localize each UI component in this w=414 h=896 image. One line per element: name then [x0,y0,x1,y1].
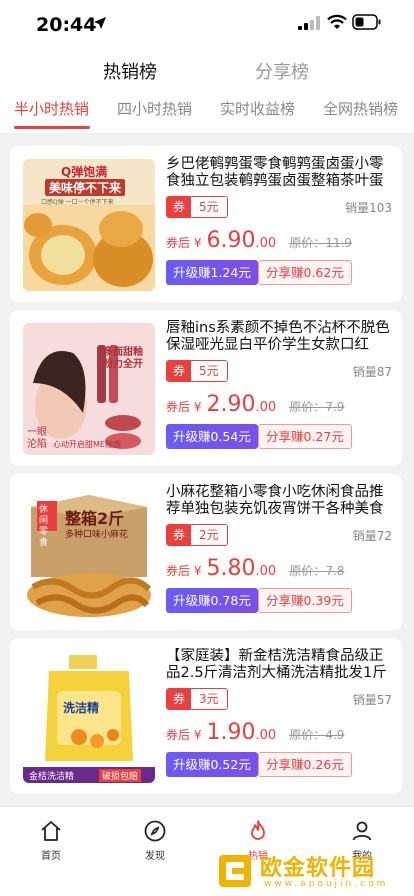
image-caption: 洗洁精 [63,701,100,715]
after-coupon-label: 券后 ¥ [166,400,202,414]
share-earn-button[interactable]: 分享赚0.39元 [258,588,352,613]
image-caption: Q弹饱满 [61,165,108,179]
active-tab-indicator [14,126,90,129]
status-bar: 20:44 [0,0,414,48]
coupon-amount: 2元 [191,525,227,545]
coupon-badge: 券 2元 [166,524,228,546]
image-caption: 多种口味小麻花 [65,530,129,540]
status-time: 20:44 [36,14,97,36]
product-title[interactable]: 唇釉ins系素颜不掉色不沾杯不脱色保湿哑光显白平价学生女款口红 [166,320,394,354]
product-image: 多面甜釉 粉力全开 一眼沦陷 心动开启甜ME釉惑 [23,323,155,455]
price-decimal: .00 [255,236,277,251]
image-caption: 口感Q弹 一口一个停不下来 [41,199,114,206]
sales-count: 销量57 [352,693,392,707]
coupon-amount: 3元 [191,689,227,709]
wifi-icon [327,14,347,29]
top-tabs: 热销榜 分享榜 [0,48,414,92]
price-decimal: .00 [255,564,277,579]
product-title[interactable]: 乡巴佬鹌鹑蛋零食鹌鹑蛋卤蛋小零食独立包装鹌鹑蛋卤蛋整箱茶叶蛋 [166,156,394,190]
subtab-half-hour[interactable]: 半小时热销 [14,98,89,119]
product-card[interactable]: Q弹饱满 美味停不下来 口感Q弹 一口一个停不下来 乡巴佬鹌鹑蛋零食鹌鹑蛋卤蛋小… [10,146,402,302]
share-earn-button[interactable]: 分享赚0.26元 [258,752,352,777]
original-price: 原价：11.9 [289,236,353,250]
nav-label: 发现 [145,851,165,862]
sub-tabs: 半小时热销 四小时热销 实时收益榜 全网热销榜 [0,92,414,134]
upgrade-earn-button[interactable]: 升级赚1.24元 [166,260,258,285]
coupon-badge: 券 5元 [166,360,228,382]
dish-soap-bottle-illustration [23,651,155,783]
watermark-logo-icon [219,855,251,887]
watermark: 欧金软件园 www.apoujin.com [218,848,414,896]
coupon-tag: 券 [167,525,192,545]
upgrade-earn-button[interactable]: 升级赚0.54元 [166,424,258,449]
original-price: 原价：4.9 [289,728,345,742]
sales-count: 销量103 [345,201,392,215]
upgrade-earn-button[interactable]: 升级赚0.78元 [166,588,258,613]
coupon-amount: 5元 [191,361,227,381]
product-card[interactable]: 洗洁精 金桔洗洁精 破损包赔 【家庭装】新金桔洗洁精食品级正品2.5斤清洁剂大桶… [10,638,402,794]
coupon-badge: 券 3元 [166,688,228,710]
nav-discover[interactable]: 发现 [125,819,185,862]
coupon-tag: 券 [167,361,192,381]
watermark-text: 欧金软件园 [260,856,376,881]
coupon-badge: 券 5元 [166,196,228,218]
price-row: 券后 ¥ 1.90.00 原价：4.9 [166,720,344,746]
image-caption: 破损包赔 [99,769,142,782]
image-caption: 一眼沦陷 [27,427,47,450]
product-card[interactable]: 休闲零食 整箱2斤 多种口味小麻花 小麻花整箱小零食小吃休闲食品推荐单独包装充饥… [10,474,402,630]
tab-hot-sales[interactable]: 热销榜 [103,58,157,84]
watermark-url: www.apoujin.com [264,879,389,889]
subtab-all-network[interactable]: 全网热销榜 [323,98,398,119]
price-decimal: .00 [255,400,277,415]
coupon-tag: 券 [167,197,192,217]
tab-share[interactable]: 分享榜 [255,58,309,84]
product-title[interactable]: 【家庭装】新金桔洗洁精食品级正品2.5斤清洁剂大桶洗洁精批发1斤 [166,648,394,682]
subtab-realtime-earnings[interactable]: 实时收益榜 [220,98,295,119]
share-earn-button[interactable]: 分享赚0.62元 [258,260,352,285]
price-row: 券后 ¥ 5.80.00 原价：7.8 [166,556,344,582]
compass-icon [144,820,166,842]
subtab-four-hours[interactable]: 四小时热销 [117,98,192,119]
user-icon [352,821,372,841]
product-title[interactable]: 小麻花整箱小零食小吃休闲食品推荐单独包装充饥夜宵饼干各种美食 [166,484,394,518]
home-icon [41,821,61,841]
nav-label: 首页 [41,851,61,862]
original-price: 原价：7.8 [289,564,345,578]
coupon-amount: 5元 [191,197,227,217]
image-caption: 美味停不下来 [45,179,126,196]
price-decimal: .00 [255,728,277,743]
flame-icon [251,820,265,840]
image-caption: 粉力全开 [103,359,143,370]
image-caption: 整箱2斤 [65,509,125,528]
signal-icon [298,16,320,30]
price-value: 5.80 [206,556,256,581]
product-image: 洗洁精 金桔洗洁精 破损包赔 [23,651,155,783]
product-image: Q弹饱满 美味停不下来 口感Q弹 一口一个停不下来 [23,159,155,291]
price-value: 6.90 [206,228,256,253]
after-coupon-label: 券后 ¥ [166,236,202,250]
sales-count: 销量87 [352,365,392,379]
coupon-tag: 券 [167,689,192,709]
product-image: 休闲零食 整箱2斤 多种口味小麻花 [23,487,155,619]
sales-count: 销量72 [352,529,392,543]
location-arrow-icon [94,17,106,29]
image-caption: 金桔洗洁精 [29,772,75,782]
battery-icon [352,14,381,30]
original-price: 原价：7.9 [289,400,345,414]
product-card[interactable]: 多面甜釉 粉力全开 一眼沦陷 心动开启甜ME釉惑 唇釉ins系素颜不掉色不沾杯不… [10,310,402,466]
upgrade-earn-button[interactable]: 升级赚0.52元 [166,752,258,777]
price-row: 券后 ¥ 2.90.00 原价：7.9 [166,392,344,418]
price-value: 2.90 [206,392,256,417]
after-coupon-label: 券后 ¥ [166,564,202,578]
image-caption: 心动开启甜ME釉惑 [53,440,121,449]
nav-home[interactable]: 首页 [21,819,81,862]
share-earn-button[interactable]: 分享赚0.27元 [258,424,352,449]
price-value: 1.90 [206,720,256,745]
price-row: 券后 ¥ 6.90.00 原价：11.9 [166,228,352,254]
after-coupon-label: 券后 ¥ [166,728,202,742]
image-caption: 休闲零食 [39,505,49,548]
